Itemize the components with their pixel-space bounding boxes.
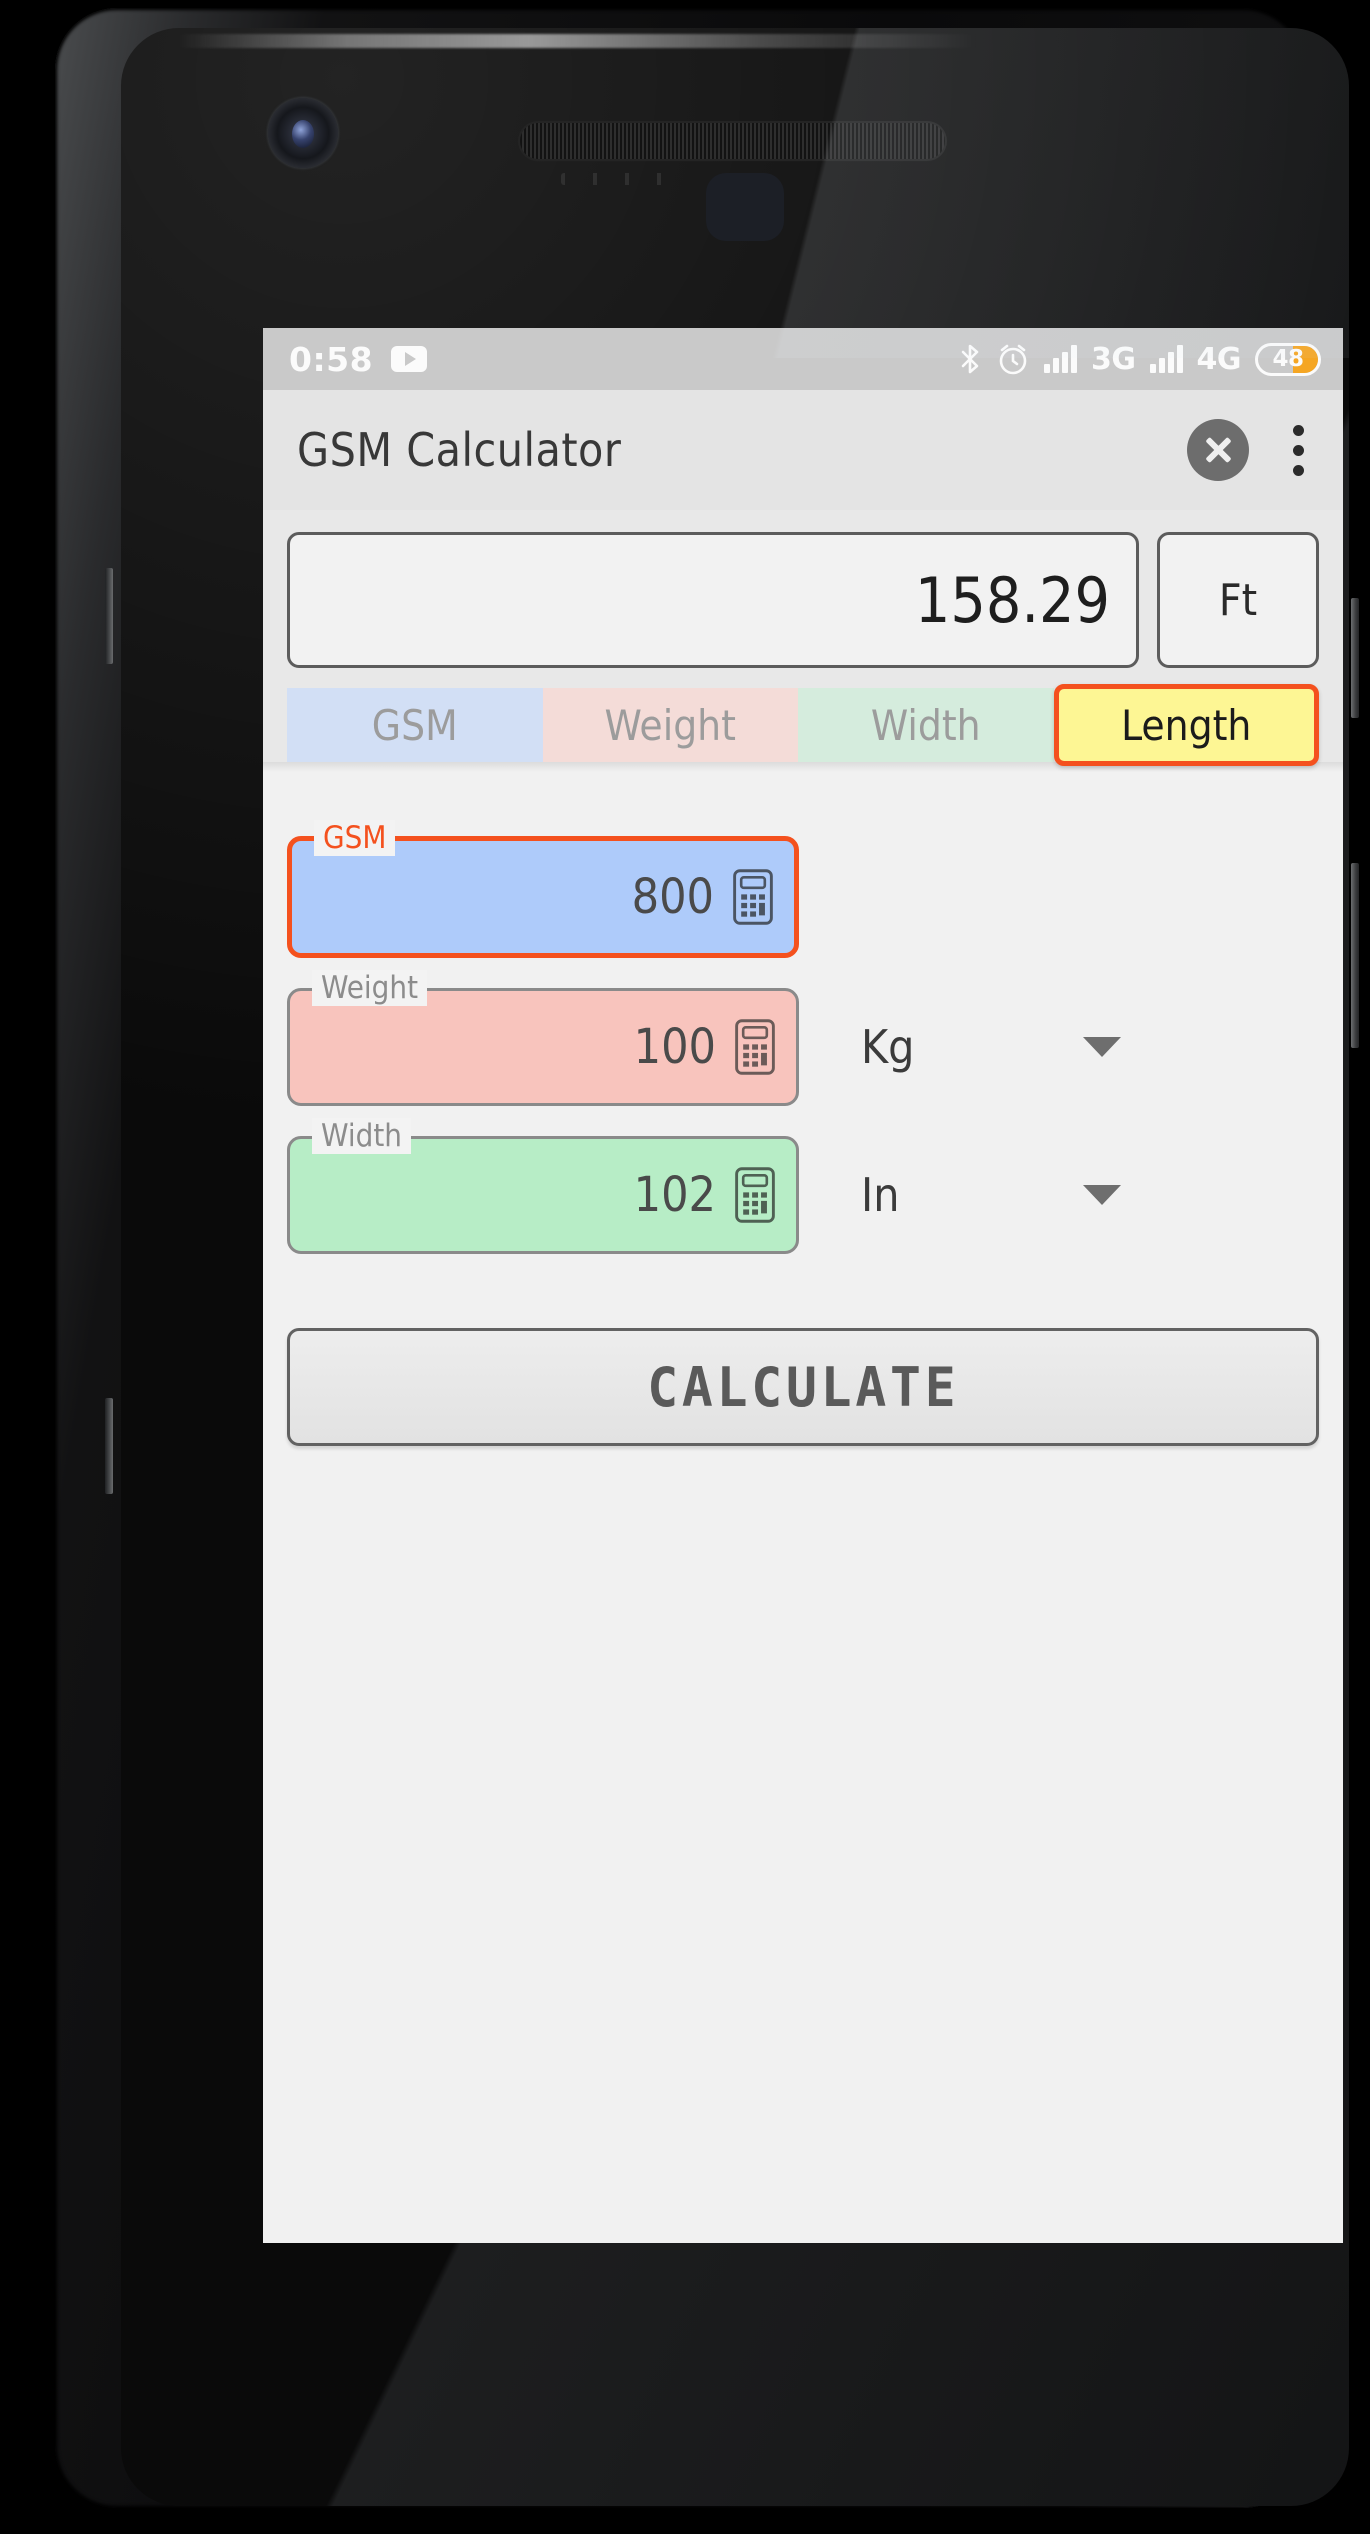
tab-width[interactable]: Width (798, 688, 1054, 762)
field-row-weight: Weight 100 Kg (263, 970, 1343, 1106)
youtube-icon (391, 346, 428, 372)
gsm-input[interactable]: GSM 800 (287, 820, 799, 958)
chevron-down-icon[interactable] (1083, 1037, 1121, 1057)
weight-unit-dropdown[interactable]: Kg (861, 1020, 1121, 1074)
chevron-down-icon[interactable] (1083, 1185, 1121, 1205)
proximity-sensor-icon (706, 173, 784, 241)
weight-input-value: 100 (633, 1019, 716, 1075)
calculate-button[interactable]: CALCULATE (287, 1328, 1319, 1446)
status-bar: 0:58 3G 4G 48 (263, 328, 1343, 390)
width-input[interactable]: Width 102 (287, 1118, 799, 1254)
weight-unit-value: Kg (861, 1020, 915, 1074)
calculate-button-label: CALCULATE (646, 1355, 960, 1419)
form-body: GSM 800 Weight 100 Kg Width 102 In CALCU… (263, 772, 1343, 1446)
earpiece-speaker-icon (520, 123, 945, 159)
left-side-button-bottom[interactable] (105, 1398, 113, 1494)
width-input-value: 102 (633, 1167, 716, 1223)
result-unit-label: Ft (1218, 574, 1258, 626)
app-bar-actions (1187, 417, 1315, 484)
result-unit-button[interactable]: Ft (1157, 532, 1319, 668)
app-bar: GSM Calculator (263, 390, 1343, 510)
gsm-input-label: GSM (314, 820, 396, 856)
tab-gsm[interactable]: GSM (287, 688, 543, 762)
calculator-icon[interactable] (734, 1166, 776, 1224)
result-row: 158.29 Ft (263, 510, 1343, 668)
status-bar-left: 0:58 (289, 339, 428, 379)
left-side-button-top[interactable] (105, 568, 113, 664)
width-input-label: Width (312, 1118, 411, 1154)
width-unit-value: In (861, 1168, 900, 1222)
tab-width-label: Width (870, 700, 981, 750)
battery-percent: 48 (1272, 346, 1304, 372)
battery-indicator: 48 (1255, 342, 1321, 376)
calculate-wrap: CALCULATE (263, 1284, 1343, 1446)
volume-button[interactable] (1351, 863, 1359, 1048)
network-label-4g: 4G (1196, 341, 1242, 377)
weight-input-label: Weight (312, 970, 427, 1006)
weight-input[interactable]: Weight 100 (287, 970, 799, 1106)
tab-length-label: Length (1121, 700, 1252, 750)
tab-bar: GSM Weight Width Length (263, 668, 1343, 766)
signal-bars-4g-icon (1149, 345, 1183, 373)
calculator-icon[interactable] (732, 868, 774, 926)
bezel-highlight (129, 34, 1341, 48)
tab-gsm-label: GSM (371, 700, 458, 750)
gsm-input-value: 800 (631, 869, 714, 925)
field-row-gsm: GSM 800 (263, 820, 1343, 958)
field-row-width: Width 102 In (263, 1118, 1343, 1254)
result-display[interactable]: 158.29 (287, 532, 1139, 668)
phone-frame: 0:58 3G 4G 48 GSM Calculator 158.29 Ft G… (55, 8, 1359, 2508)
network-label-3g: 3G (1091, 341, 1136, 377)
more-vertical-icon[interactable] (1281, 417, 1315, 484)
tab-length[interactable]: Length (1053, 684, 1319, 766)
phone-screen: 0:58 3G 4G 48 GSM Calculator 158.29 Ft G… (263, 328, 1343, 2243)
tab-weight[interactable]: Weight (542, 688, 798, 762)
bluetooth-icon (961, 344, 979, 374)
alarm-icon (999, 344, 1027, 375)
close-circle-icon[interactable] (1187, 419, 1249, 481)
width-unit-dropdown[interactable]: In (861, 1168, 1121, 1222)
status-bar-right: 3G 4G 48 (958, 342, 1321, 377)
calculator-icon[interactable] (734, 1018, 776, 1076)
page-title: GSM Calculator (297, 423, 622, 477)
microphone-icon (561, 173, 681, 185)
signal-bars-3g-icon (1044, 345, 1077, 373)
result-value: 158.29 (914, 563, 1110, 637)
front-camera-icon (268, 98, 338, 168)
phone-glass: 0:58 3G 4G 48 GSM Calculator 158.29 Ft G… (121, 28, 1349, 2506)
status-clock: 0:58 (289, 339, 374, 379)
tab-weight-label: Weight (604, 700, 736, 750)
power-button[interactable] (1351, 598, 1359, 718)
